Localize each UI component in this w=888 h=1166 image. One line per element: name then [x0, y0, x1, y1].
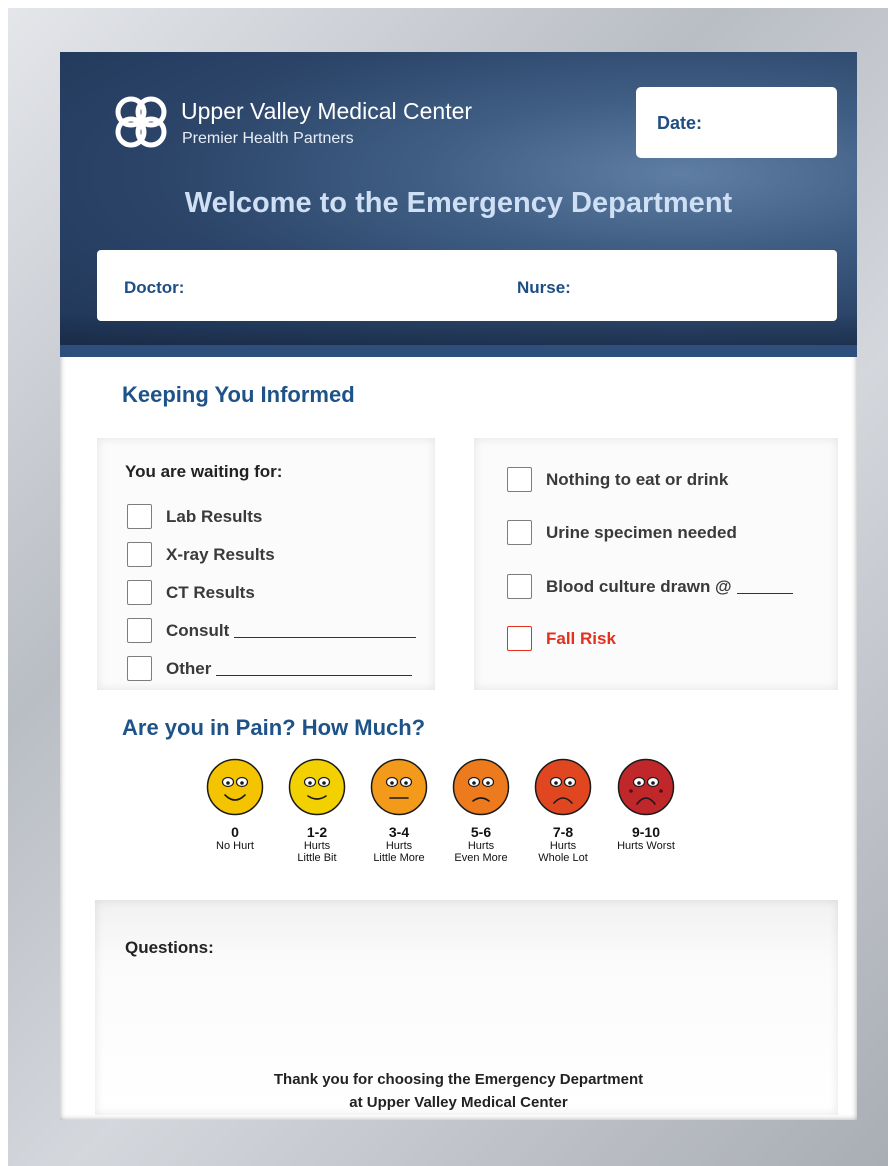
pain-face-icon — [452, 758, 510, 816]
nurse-label: Nurse: — [517, 278, 571, 297]
checkbox[interactable] — [127, 580, 152, 605]
org-subtitle: Premier Health Partners — [182, 130, 354, 147]
checkbox-label: Urine specimen needed — [546, 522, 737, 542]
doctor-label: Doctor: — [124, 278, 185, 297]
checkbox-nothing-to-eat[interactable]: Nothing to eat or drink — [507, 467, 728, 492]
welcome-title: Welcome to the Emergency Department — [184, 187, 733, 219]
consult-blank-line — [234, 624, 417, 638]
section-title-informed: Keeping You Informed — [122, 382, 355, 407]
checkbox[interactable] — [127, 504, 152, 529]
pain-face-icon — [370, 758, 428, 816]
checkbox-fall-risk[interactable]: Fall Risk — [507, 626, 616, 651]
thank-you-line-1: Thank you for choosing the Emergency Dep… — [273, 1071, 644, 1088]
staff-field[interactable]: Doctor: Nurse: — [97, 250, 837, 321]
checkbox-label: X-ray Results — [166, 544, 275, 564]
uvmc-logo-icon — [115, 96, 167, 148]
section-title-pain: Are you in Pain? How Much? — [122, 715, 426, 740]
checkbox[interactable] — [507, 520, 532, 545]
pain-scale-description: Hurts Worst — [596, 840, 696, 852]
blood-culture-blank-line — [736, 580, 793, 594]
pain-face-icon — [206, 758, 264, 816]
pain-scale-desc-line-2: Whole Lot — [538, 852, 588, 864]
thank-you-message: Thank you for choosing the Emergency Dep… — [60, 1068, 857, 1114]
thank-you-line-2: at Upper Valley Medical Center — [349, 1094, 568, 1111]
waiting-label: You are waiting for: — [125, 462, 283, 481]
checkbox[interactable] — [507, 467, 532, 492]
checkbox-lab-results[interactable]: Lab Results — [127, 504, 262, 529]
sign-panel: Upper Valley Medical Center Premier Heal… — [60, 52, 857, 1120]
checkbox[interactable] — [127, 656, 152, 681]
pain-scale-number: 9-10 — [631, 824, 661, 840]
questions-label: Questions: — [125, 938, 214, 957]
checkbox-blood-culture[interactable]: Blood culture drawn @ — [507, 574, 793, 599]
pain-face-icon — [617, 758, 675, 816]
checkbox-xray-results[interactable]: X-ray Results — [127, 542, 275, 567]
checkbox[interactable] — [127, 618, 152, 643]
checkbox-label: Other — [166, 658, 212, 678]
checkbox-label: Fall Risk — [546, 628, 616, 648]
checkbox-label: Nothing to eat or drink — [546, 469, 729, 489]
checkbox[interactable] — [507, 574, 532, 599]
checkbox[interactable] — [507, 626, 532, 651]
header-band — [60, 345, 857, 357]
pain-face-icon — [288, 758, 346, 816]
date-label: Date: — [657, 113, 703, 133]
checkbox-label: Consult — [166, 620, 230, 640]
checkbox-label: CT Results — [166, 582, 255, 602]
sign-frame: Upper Valley Medical Center Premier Heal… — [8, 8, 888, 1166]
checkbox-urine-specimen[interactable]: Urine specimen needed — [507, 520, 737, 545]
date-field[interactable]: Date: — [636, 87, 837, 158]
checkbox-other[interactable]: Other — [127, 656, 413, 681]
checkbox-label: Lab Results — [166, 506, 263, 526]
other-blank-line — [216, 662, 413, 676]
org-name: Upper Valley Medical Center — [181, 98, 473, 124]
pain-face-icon — [534, 758, 592, 816]
checkbox-ct-results[interactable]: CT Results — [127, 580, 255, 605]
checkbox-consult[interactable]: Consult — [127, 618, 417, 643]
checkbox[interactable] — [127, 542, 152, 567]
checkbox-label: Blood culture drawn @ — [546, 576, 732, 596]
pain-scale-desc-line-1: Hurts Worst — [617, 840, 675, 852]
